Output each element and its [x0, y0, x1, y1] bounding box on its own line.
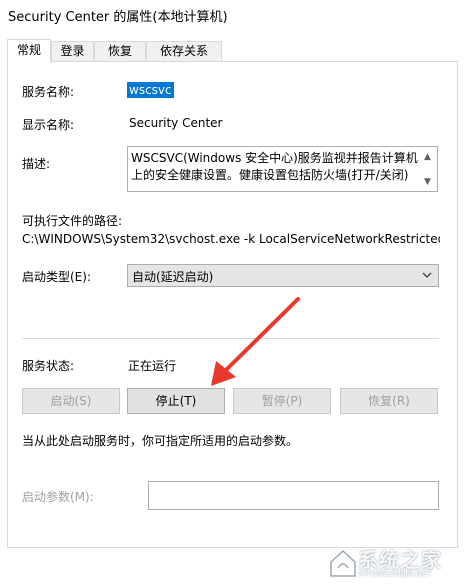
tab-dependencies[interactable]: 依存关系 — [146, 41, 222, 61]
service-status-value: 正在运行 — [128, 359, 177, 373]
start-params-hint: 当从此处启动服务时，你可指定所适用的启动参数。 — [22, 434, 299, 448]
startup-type-select[interactable]: 自动(延迟启动) — [127, 264, 439, 287]
service-name-label: 服务名称: — [22, 85, 75, 99]
display-name-label: 显示名称: — [22, 118, 75, 132]
general-tab-pane — [7, 61, 458, 548]
exe-path-label: 可执行文件的路径: — [22, 214, 123, 228]
tab-recovery[interactable]: 恢复 — [94, 41, 146, 61]
service-status-label: 服务状态: — [22, 359, 75, 373]
tab-recovery-label: 恢复 — [107, 44, 132, 58]
startup-type-label: 启动类型(E): — [22, 270, 91, 284]
description-text: WSCSVC(Windows 安全中心)服务监视并报告计算机上的安全健康设置。健… — [131, 151, 418, 182]
startup-type-value: 自动(延迟启动) — [132, 270, 214, 284]
start-params-input[interactable] — [148, 481, 439, 510]
title-bar[interactable]: Security Center 的属性(本地计算机) — [0, 0, 467, 31]
scroll-down-icon[interactable]: ▼ — [424, 177, 431, 187]
description-scrollbar[interactable]: ▲ ▼ — [421, 147, 437, 191]
house-logo-icon — [330, 549, 356, 577]
description-box[interactable]: WSCSVC(Windows 安全中心)服务监视并报告计算机上的安全健康设置。健… — [127, 146, 438, 192]
start-button-label: 启动(S) — [50, 394, 92, 408]
resume-button[interactable]: 恢复(R) — [340, 388, 438, 414]
pause-button[interactable]: 暂停(P) — [233, 388, 331, 414]
tab-general-label: 常规 — [16, 43, 41, 57]
stop-button-label: 停止(T) — [155, 394, 197, 408]
window-title: Security Center 的属性(本地计算机) — [8, 10, 228, 25]
tab-logon[interactable]: 登录 — [51, 41, 94, 61]
start-params-label: 启动参数(M): — [22, 490, 94, 504]
divider — [22, 338, 439, 339]
tab-general[interactable]: 常规 — [7, 39, 51, 63]
stop-button[interactable]: 停止(T) — [127, 388, 225, 414]
watermark-logo: 系统之家 XITONGZHIJIA.NET — [328, 542, 464, 584]
start-button[interactable]: 启动(S) — [22, 388, 120, 414]
watermark-subtext: XITONGZHIJIA.NET — [358, 569, 432, 578]
chevron-down-icon — [422, 272, 432, 278]
service-name-value[interactable]: wscsvc — [127, 82, 174, 98]
display-name-value[interactable]: Security Center — [129, 116, 222, 130]
description-label: 描述: — [22, 157, 51, 171]
exe-path-value[interactable]: C:\WINDOWS\System32\svchost.exe -k Local… — [22, 232, 440, 246]
tab-logon-label: 登录 — [60, 44, 85, 58]
pause-button-label: 暂停(P) — [261, 394, 303, 408]
resume-button-label: 恢复(R) — [368, 394, 410, 408]
scroll-up-icon[interactable]: ▲ — [424, 152, 431, 162]
tab-dependencies-label: 依存关系 — [159, 44, 208, 58]
